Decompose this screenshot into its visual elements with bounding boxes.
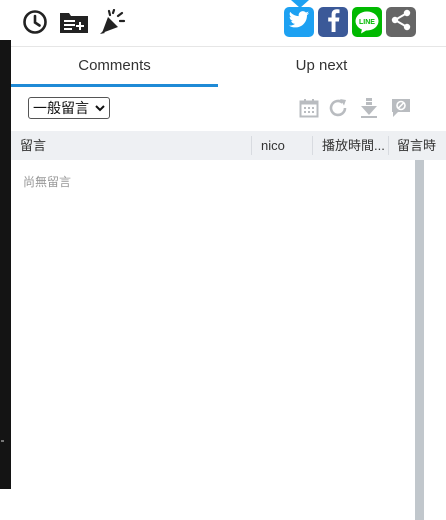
download-icon[interactable] <box>358 97 380 119</box>
line-label: LINE <box>359 19 375 26</box>
block-comment-icon[interactable] <box>390 97 412 119</box>
history-icon[interactable] <box>21 8 49 36</box>
share-icon <box>390 9 412 36</box>
refresh-icon[interactable] <box>327 97 349 119</box>
column-divider <box>388 136 389 155</box>
facebook-share-button[interactable] <box>318 7 348 37</box>
chevron-down-icon <box>95 98 105 125</box>
comments-panel: LINE Comments Up next 一般留言 留言 nico 播放時間.… <box>11 0 446 520</box>
column-divider <box>312 136 313 155</box>
share-button[interactable] <box>386 7 416 37</box>
comment-list: 尚無留言 <box>11 160 446 520</box>
player-edge-bottom <box>0 489 11 520</box>
column-comment[interactable]: 留言 <box>20 131 250 160</box>
column-playback-time[interactable]: 播放時間... <box>322 131 388 160</box>
column-comment-time[interactable]: 留言時 <box>397 131 446 160</box>
active-tab-indicator <box>11 84 218 87</box>
tab-comments[interactable]: Comments <box>11 47 218 87</box>
comment-table-header: 留言 nico 播放時間... 留言時 <box>11 131 446 160</box>
comment-list-scrollbar[interactable] <box>415 160 424 520</box>
column-nico[interactable]: nico <box>261 131 311 160</box>
comment-type-selected: 一般留言 <box>33 100 89 116</box>
playlist-add-icon[interactable] <box>58 8 90 36</box>
comment-type-select[interactable]: 一般留言 <box>28 97 110 119</box>
calendar-icon[interactable] <box>298 97 320 119</box>
empty-state-text: 尚無留言 <box>23 175 72 189</box>
column-divider <box>251 136 252 155</box>
player-edge-mark <box>1 440 4 442</box>
twitter-icon <box>288 10 310 35</box>
line-icon: LINE <box>355 11 379 34</box>
twitter-share-button[interactable] <box>284 7 314 37</box>
toolbar: LINE <box>11 0 446 47</box>
tab-bar: Comments Up next <box>11 47 446 87</box>
player-edge-top <box>0 0 11 40</box>
cheer-icon[interactable] <box>97 8 127 36</box>
line-share-button[interactable]: LINE <box>352 7 382 37</box>
facebook-icon <box>325 8 341 37</box>
tab-up-next[interactable]: Up next <box>218 47 425 87</box>
comment-filter-bar: 一般留言 <box>11 88 446 130</box>
player-edge <box>0 0 11 489</box>
